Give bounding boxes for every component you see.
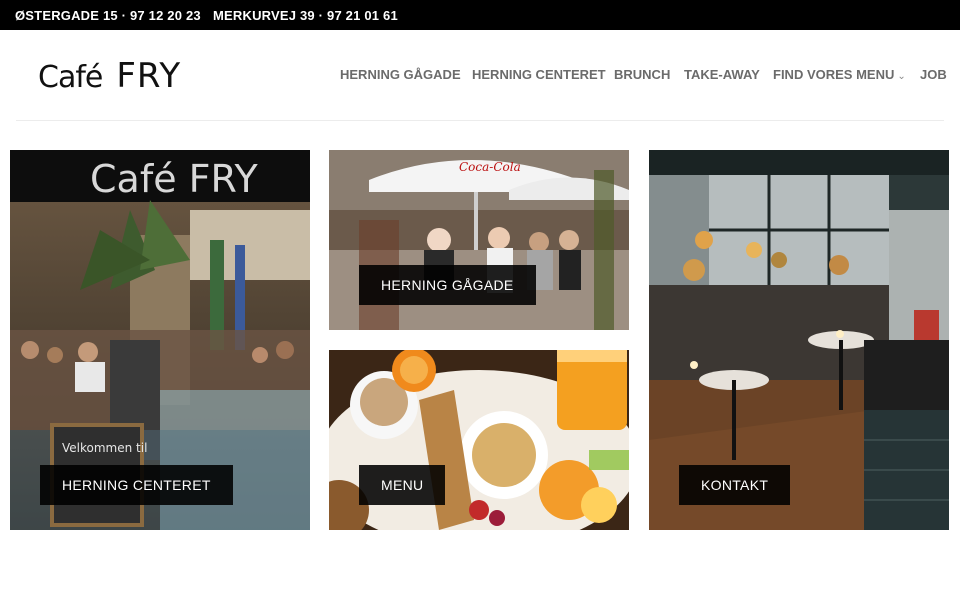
main-navigation: HERNING GÅGADE HERNING CENTERET BRUNCH T… [0,67,960,83]
nav-item-find-vores-menu-label: FIND VORES MENU [773,67,895,82]
sign-cafe-fry: Café FRY [90,157,258,201]
tile-label-herning-centeret[interactable]: HERNING CENTERET [40,465,233,505]
nav-item-herning-centeret[interactable]: HERNING CENTERET [472,67,606,82]
address-merkurvej[interactable]: MERKURVEJ 39 · 97 21 01 61 [213,8,398,23]
tile-menu[interactable]: MENU [329,350,629,530]
tile-label-menu[interactable]: MENU [359,465,446,505]
tile-herning-gaagade[interactable]: Coca-Cola HERNING GÅGADE [329,150,629,330]
nav-item-take-away[interactable]: TAKE-AWAY [684,67,760,82]
tile-kontakt[interactable]: KONTAKT [649,150,949,530]
sign-coca-cola: Coca-Cola [459,160,521,174]
nav-item-find-vores-menu[interactable]: FIND VORES MENU ⌄ [773,67,906,82]
tile-herning-centeret[interactable]: Café FRY Velkommen til HERNING CENTERET [10,150,310,530]
tile-label-herning-gaagade[interactable]: HERNING GÅGADE [359,265,536,305]
address-ostergade[interactable]: ØSTERGADE 15 · 97 12 20 23 [15,8,201,23]
nav-item-brunch[interactable]: BRUNCH [614,67,670,82]
top-contact-bar: ØSTERGADE 15 · 97 12 20 23 MERKURVEJ 39 … [0,0,960,30]
tile-label-kontakt[interactable]: KONTAKT [679,465,791,505]
nav-item-job[interactable]: JOB [920,67,947,82]
header-divider [16,120,944,121]
chevron-down-icon: ⌄ [897,71,906,82]
sign-velkommen: Velkommen til [62,441,147,455]
nav-item-herning-gaagade[interactable]: HERNING GÅGADE [340,67,461,82]
